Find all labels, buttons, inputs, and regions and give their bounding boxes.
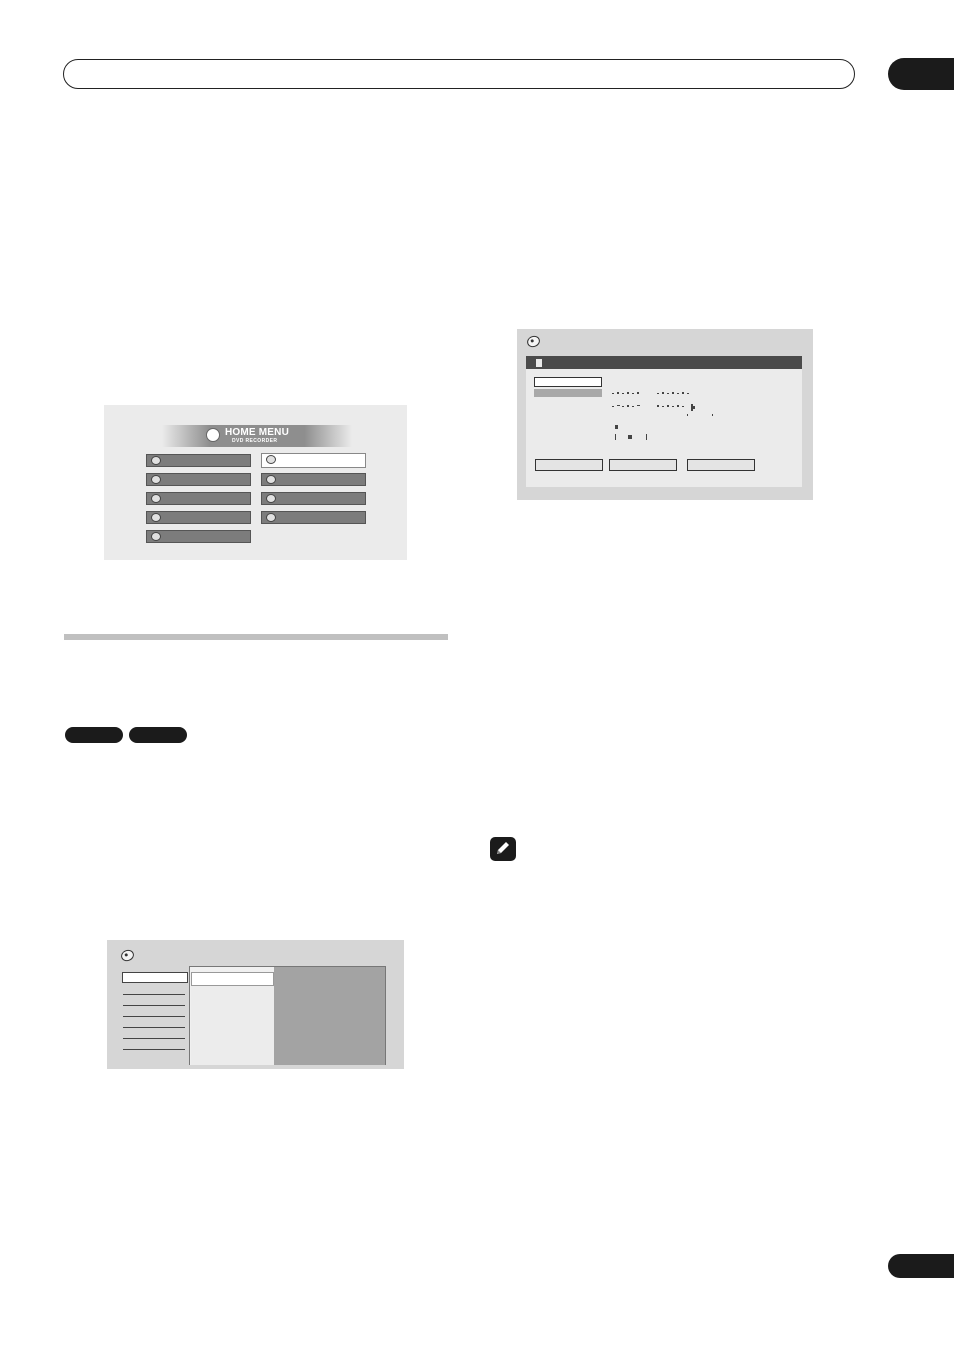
setup-title-bar: [526, 356, 802, 369]
browser-screenshot: [107, 940, 404, 1069]
home-menu-item-6[interactable]: [261, 453, 366, 468]
home-menu-item-8[interactable]: [261, 492, 366, 505]
disc-badge-1: [65, 727, 123, 743]
home-menu-item-5[interactable]: [146, 530, 251, 543]
home-menu-item-3[interactable]: [146, 492, 251, 505]
setup-option-selected[interactable]: [534, 377, 602, 387]
browser-list-line: [123, 1049, 185, 1050]
clock-icon: [151, 456, 161, 465]
home-menu-banner: HOME MENU DVD RECORDER: [162, 425, 352, 447]
setup-button-1[interactable]: [535, 459, 603, 471]
disc-icon: [525, 334, 542, 349]
home-menu-item-2[interactable]: [146, 473, 251, 486]
arrow-disc-icon: [151, 532, 161, 541]
chapter-tab: [888, 58, 954, 90]
disc-icon: [206, 428, 220, 442]
setup-option[interactable]: [534, 389, 602, 397]
home-menu-subtitle: DVD RECORDER: [232, 438, 278, 444]
home-menu-screenshot: HOME MENU DVD RECORDER: [104, 405, 407, 560]
home-menu-item-9[interactable]: [261, 511, 366, 524]
browser-list-line: [123, 1005, 185, 1006]
copy-icon: [266, 494, 276, 503]
disc-icon: [266, 455, 276, 464]
gear-disc-icon: [151, 494, 161, 503]
home-menu-item-1[interactable]: [146, 454, 251, 467]
browser-list-line: [123, 994, 185, 995]
setup-title-marker: [536, 359, 542, 367]
setup-screenshot: [517, 329, 813, 500]
header-bar: [63, 59, 855, 89]
browser-list-line: [123, 1038, 185, 1039]
note-icon: [490, 837, 516, 861]
setup-option-glyphs: [612, 392, 713, 440]
browser-preview-panel: [274, 967, 385, 1065]
browser-tab[interactable]: [122, 972, 188, 983]
browser-list-line: [123, 1027, 185, 1028]
browser-selected-row[interactable]: [191, 972, 274, 986]
disc-icon: [119, 948, 136, 963]
home-menu-item-4[interactable]: [146, 511, 251, 524]
section-rule: [64, 634, 448, 640]
disc-dvd-icon: [151, 475, 161, 484]
page-number-tab: [888, 1254, 954, 1278]
home-menu-title: HOME MENU: [225, 427, 290, 438]
book-icon: [151, 513, 161, 522]
setup-button-2[interactable]: [609, 459, 677, 471]
disc-badge-2: [129, 727, 187, 743]
home-menu-item-7[interactable]: [261, 473, 366, 486]
browser-list-line: [123, 1016, 185, 1017]
disc-gear-icon: [266, 475, 276, 484]
disc-star-icon: [266, 513, 276, 522]
setup-button-3[interactable]: [687, 459, 755, 471]
